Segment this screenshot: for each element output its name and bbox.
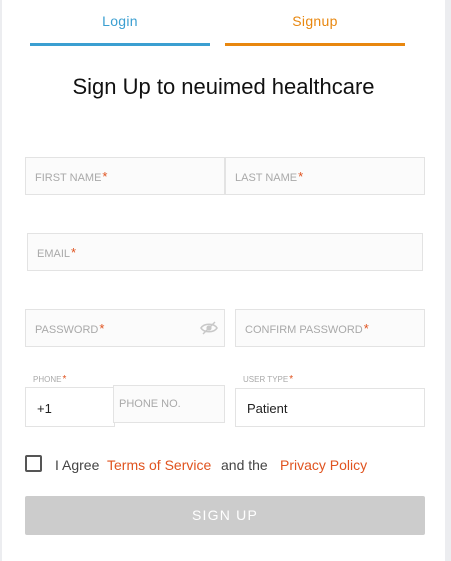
tab-login-underline: [30, 43, 210, 46]
user-type-label: USER TYPE*: [243, 374, 294, 385]
required-mark: *: [99, 321, 105, 336]
required-mark: *: [298, 169, 304, 184]
required-mark: *: [62, 374, 67, 385]
tab-signup-underline: [225, 43, 405, 46]
password-placeholder: PASSWORD*: [35, 321, 105, 336]
first-name-placeholder: FIRST NAME*: [35, 169, 108, 184]
privacy-policy-link[interactable]: Privacy Policy: [280, 457, 367, 473]
first-name-field[interactable]: FIRST NAME*: [25, 157, 225, 195]
country-code-select[interactable]: +1: [25, 387, 115, 427]
password-field[interactable]: PASSWORD*: [25, 309, 225, 347]
tab-signup-label: Signup: [292, 13, 338, 29]
page-title: Sign Up to neuimed healthcare: [72, 74, 375, 99]
last-name-placeholder: LAST NAME*: [235, 169, 304, 184]
country-code-value: +1: [37, 401, 52, 416]
required-mark: *: [71, 245, 77, 260]
required-mark: *: [102, 169, 108, 184]
phone-number-field[interactable]: PHONE NO.: [113, 385, 225, 423]
agree-middle-text: and the: [221, 457, 268, 473]
confirm-password-field[interactable]: CONFIRM PASSWORD*: [235, 309, 425, 347]
eye-icon[interactable]: [200, 321, 218, 335]
user-type-select[interactable]: Patient: [235, 388, 425, 427]
tab-login[interactable]: Login: [30, 13, 210, 46]
required-mark: *: [289, 374, 294, 385]
required-mark: *: [363, 321, 369, 336]
confirm-password-placeholder: CONFIRM PASSWORD*: [245, 321, 369, 336]
tab-login-label: Login: [102, 13, 138, 29]
agree-checkbox[interactable]: [25, 455, 42, 472]
last-name-field[interactable]: LAST NAME*: [225, 157, 425, 195]
phone-number-placeholder: PHONE NO.: [119, 398, 181, 410]
email-placeholder: EMAIL*: [37, 245, 77, 260]
sign-up-button[interactable]: SIGN UP: [25, 496, 425, 535]
phone-label: PHONE*: [33, 374, 67, 385]
user-type-value: Patient: [247, 401, 288, 416]
signup-card: Login Signup Sign Up to neuimed healthca…: [2, 0, 445, 561]
terms-of-service-link[interactable]: Terms of Service: [107, 457, 211, 473]
email-field[interactable]: EMAIL*: [27, 233, 423, 271]
tab-signup[interactable]: Signup: [225, 13, 405, 46]
agree-prefix: I Agree: [55, 457, 100, 473]
